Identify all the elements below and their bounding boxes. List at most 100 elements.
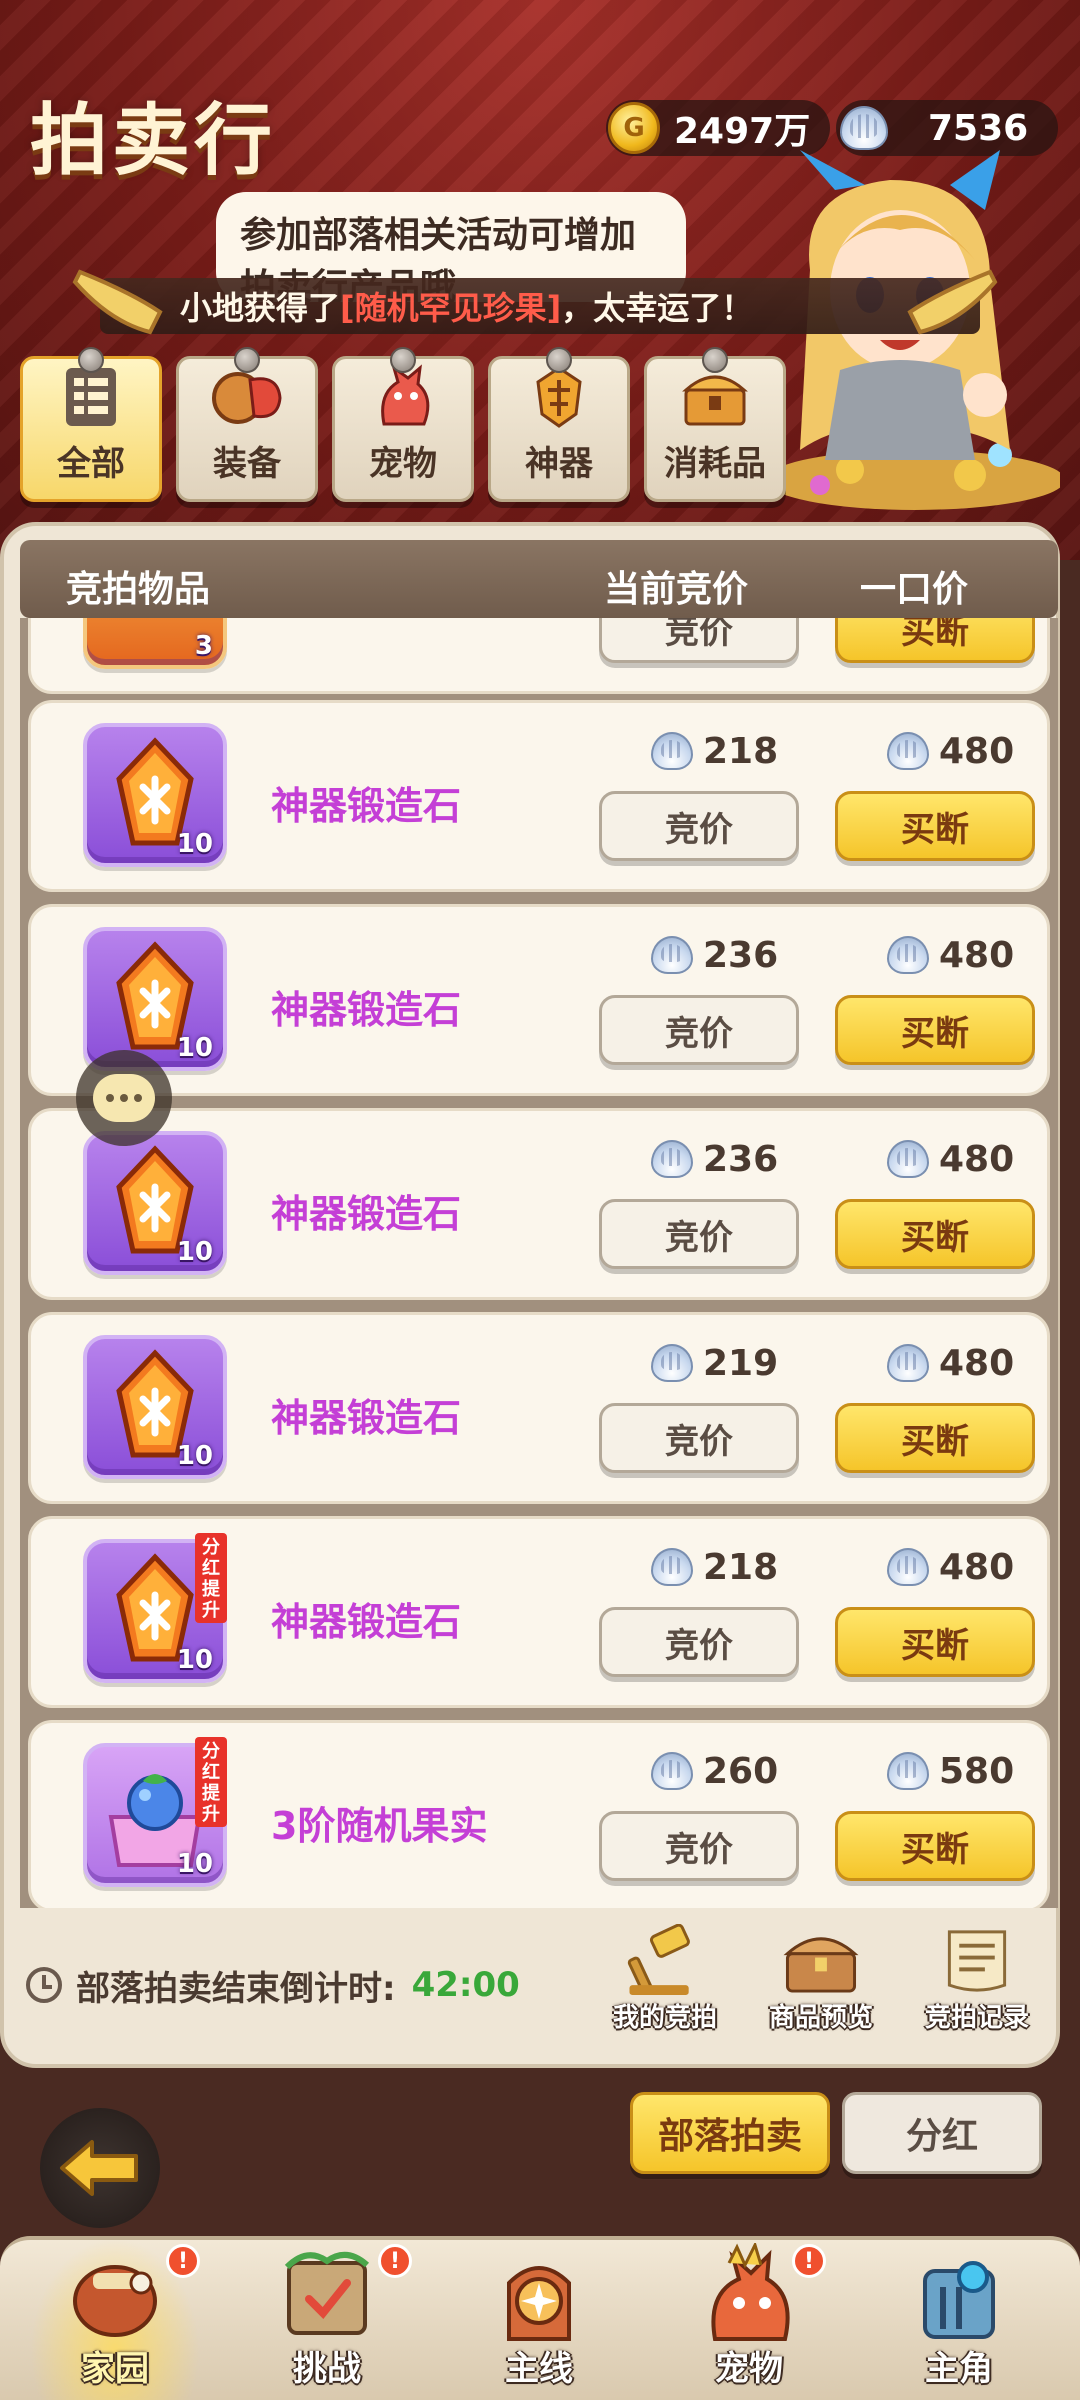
chat-float-button[interactable] [76, 1050, 172, 1146]
gavel-icon [627, 1924, 690, 1996]
scroll-icon [947, 1930, 1007, 1992]
nav-main-quest[interactable]: 主线 [454, 2238, 624, 2400]
tab-consumable[interactable]: 消耗品 [644, 347, 786, 502]
list-header: 竞拍物品 当前竞价 一口价 [20, 540, 1058, 618]
shell-icon [887, 1140, 929, 1178]
artifact-icon [536, 366, 582, 428]
tab-label: 神器 [525, 444, 593, 484]
gold-coin-icon: G [608, 102, 660, 154]
buyout-price-value: 580 [939, 1750, 1015, 1792]
shell-icon [887, 1752, 929, 1790]
current-bid-value: 260 [703, 1750, 779, 1792]
item-icon: 10 [83, 927, 227, 1071]
auction-row: 10 神器锻造石 219 480 竞价 买断 [28, 1312, 1050, 1504]
announcement-banner: 小地获得了 [随机罕见珍果] ，太幸运了！ [100, 278, 980, 334]
tab-pin [702, 347, 728, 373]
buyout-button[interactable]: 买断 [835, 995, 1035, 1065]
current-bid: 260 [651, 1749, 778, 1793]
nav-challenge[interactable]: 挑战 ! [242, 2238, 412, 2400]
shell-icon [887, 732, 929, 770]
item-name: 神器锻造石 [271, 1192, 462, 1236]
bid-button[interactable]: 竞价 [599, 791, 799, 861]
tab-all[interactable]: 全部 [20, 347, 162, 502]
my-bids-button[interactable]: 我的竞拍 [590, 1924, 740, 2034]
buyout-price: 580 [887, 1749, 1014, 1793]
tab-equipment[interactable]: 装备 [176, 347, 318, 502]
auction-row: 10 神器锻造石 218 480 竞价 买断 [28, 700, 1050, 892]
dividend-button[interactable]: 分红 [842, 2092, 1042, 2174]
bid-button[interactable]: 竞价 [599, 1403, 799, 1473]
item-icon: 10 [83, 1131, 227, 1275]
auction-countdown: 部落拍卖结束倒计时: 42:00 [26, 1960, 520, 2010]
list-icon [66, 368, 116, 426]
bid-records-button[interactable]: 竞拍记录 [902, 1924, 1052, 2034]
shell-icon [887, 936, 929, 974]
buyout-price: 480 [887, 1137, 1014, 1181]
item-qty: 10 [176, 1441, 213, 1471]
auction-list[interactable]: 3 竞价 买断 10 神器锻造石 218 480 竞价 买断 10 神器锻造石 … [20, 618, 1058, 1908]
buyout-button[interactable]: 买断 [835, 618, 1035, 663]
buyout-button[interactable]: 买断 [835, 1199, 1035, 1269]
chat-bubble-icon [93, 1074, 155, 1122]
item-qty: 10 [176, 829, 213, 859]
shell-icon [887, 1548, 929, 1586]
bid-button[interactable]: 竞价 [599, 618, 799, 663]
dividend-boost-tag: 分红提升 [195, 1533, 227, 1623]
shell-icon [887, 1344, 929, 1382]
nav-hero[interactable]: 主角 [874, 2238, 1044, 2400]
shell-icon [651, 936, 693, 974]
tab-pin [78, 347, 104, 373]
notification-badge: ! [792, 2244, 826, 2278]
auction-row-partial: 3 竞价 买断 [28, 618, 1050, 694]
nav-label: 主线 [505, 2349, 573, 2389]
col-buyout-header: 一口价 [860, 569, 969, 610]
pet-icon [381, 364, 430, 426]
buyout-price: 480 [887, 933, 1014, 977]
dividend-boost-tag: 分红提升 [195, 1737, 227, 1827]
buyout-button[interactable]: 买断 [835, 1403, 1035, 1473]
shell-icon [651, 1344, 693, 1382]
shell-currency[interactable]: 7536 [836, 100, 1058, 156]
hero-icon [923, 2261, 995, 2339]
buyout-button[interactable]: 买断 [835, 1607, 1035, 1677]
clock-icon [26, 1967, 62, 2003]
item-qty: 10 [176, 1033, 213, 1063]
tab-label: 消耗品 [664, 444, 766, 484]
nav-label: 挑战 [293, 2349, 361, 2389]
current-bid-value: 219 [703, 1342, 779, 1384]
countdown-label: 部落拍卖结束倒计时: [76, 1968, 396, 2009]
shell-icon [651, 1752, 693, 1790]
item-icon: 3 [83, 618, 227, 669]
buyout-button[interactable]: 买断 [835, 1811, 1035, 1881]
current-bid: 236 [651, 933, 778, 977]
shell-icon [840, 106, 888, 150]
announcement-prefix: 小地获得了 [180, 289, 341, 327]
back-button[interactable] [40, 2108, 160, 2228]
tab-artifact[interactable]: 神器 [488, 347, 630, 502]
back-arrow-icon [60, 2140, 138, 2196]
gold-amount: 2497万 [674, 111, 811, 152]
buyout-price-value: 480 [939, 934, 1015, 976]
buyout-button[interactable]: 买断 [835, 791, 1035, 861]
item-name: 神器锻造石 [271, 988, 462, 1032]
nav-pet[interactable]: 宠物 ! [664, 2238, 834, 2400]
tab-pet[interactable]: 宠物 [332, 347, 474, 502]
gold-currency[interactable]: G 2497万 [606, 100, 830, 156]
tribe-auction-button[interactable]: 部落拍卖 [630, 2092, 830, 2174]
nav-home[interactable]: 家园 ! [30, 2238, 200, 2400]
bid-button[interactable]: 竞价 [599, 995, 799, 1065]
item-qty: 3 [194, 631, 213, 661]
item-qty: 10 [176, 1849, 213, 1879]
goods-preview-button[interactable]: 商品预览 [746, 1924, 896, 2034]
announcement-item: [随机罕见珍果] [340, 289, 562, 327]
item-name: 神器锻造石 [271, 1600, 462, 1644]
notification-badge: ! [166, 2244, 200, 2278]
bid-button[interactable]: 竞价 [599, 1199, 799, 1269]
pet-dragon-icon [711, 2243, 790, 2341]
bid-button[interactable]: 竞价 [599, 1811, 799, 1881]
bid-button[interactable]: 竞价 [599, 1607, 799, 1677]
tab-label: 宠物 [369, 444, 437, 484]
current-bid: 218 [651, 729, 778, 773]
item-name: 神器锻造石 [271, 784, 462, 828]
my-bids-label: 我的竞拍 [612, 2003, 717, 2033]
